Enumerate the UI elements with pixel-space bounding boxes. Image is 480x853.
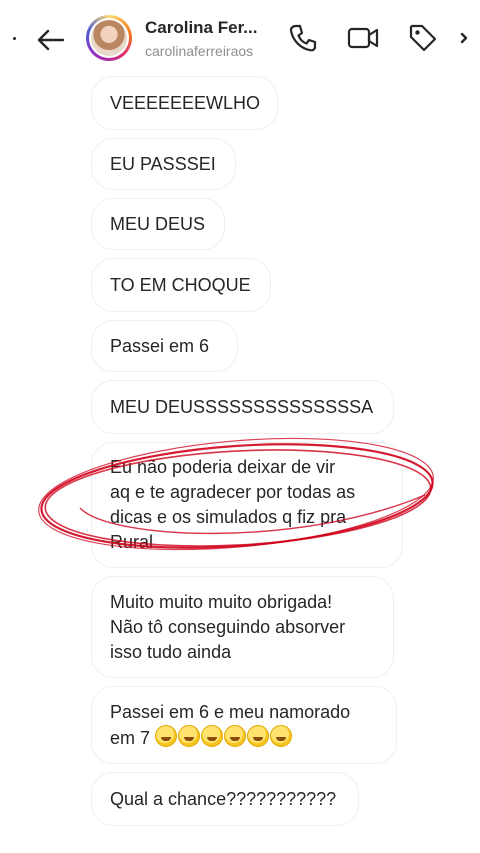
tag-button[interactable]: [405, 20, 441, 56]
message-text: Passei em 6 e meu namorado em 7: [110, 700, 350, 751]
contact-username: carolinaferreiraos: [145, 43, 254, 59]
arrow-left-icon: [37, 29, 65, 51]
video-call-button[interactable]: [345, 20, 381, 56]
avatar-ring-inner: [89, 18, 129, 58]
rofl-emoji-icon: [155, 724, 178, 747]
message-bubble[interactable]: MEU DEUS: [91, 198, 225, 250]
rofl-emoji-icon: [247, 724, 270, 747]
message-bubble[interactable]: VEEEEEEEWLHO: [91, 76, 278, 130]
contact-name: Carolina Fer...: [145, 18, 258, 37]
contact-info[interactable]: Carolina Fer... carolinaferreiraos: [145, 18, 270, 60]
message-text: Passei em 6: [110, 335, 210, 356]
avatar[interactable]: [86, 15, 132, 61]
rofl-emoji-icon: [178, 724, 201, 747]
message-list: VEEEEEEEWLHO EU PASSSEI MEU DEUS TO EM C…: [0, 76, 480, 853]
message-text: Eu não poderia deixar de vir aq e te agr…: [110, 457, 356, 552]
message-text: EU PASSSEI: [110, 153, 216, 174]
message-text: TO EM CHOQUE: [110, 274, 251, 295]
status-dot: [13, 37, 16, 40]
video-camera-icon: [347, 27, 379, 49]
message-text: Qual a chance???????????: [110, 788, 337, 809]
chevron-right-icon: [460, 32, 468, 44]
message-bubble[interactable]: Passei em 6: [91, 320, 238, 372]
message-text: VEEEEEEEWLHO: [110, 92, 261, 113]
call-button[interactable]: [285, 20, 321, 56]
message-text: MEU DEUSSSSSSSSSSSSSSA: [110, 396, 374, 417]
message-bubble[interactable]: EU PASSSEI: [91, 138, 236, 190]
message-bubble-highlighted[interactable]: Eu não poderia deixar de vir aq e te agr…: [91, 442, 403, 568]
phone-icon: [289, 24, 317, 52]
message-text: MEU DEUS: [110, 213, 206, 234]
message-text: Muito muito muito obrigada! Não tô conse…: [110, 591, 346, 662]
message-bubble[interactable]: Qual a chance???????????: [91, 772, 359, 826]
message-bubble[interactable]: MEU DEUSSSSSSSSSSSSSSA: [91, 380, 394, 434]
message-bubble[interactable]: Muito muito muito obrigada! Não tô conse…: [91, 576, 394, 678]
chat-header: Carolina Fer... carolinaferreiraos: [0, 0, 480, 76]
back-button[interactable]: [30, 20, 70, 60]
tag-icon: [409, 24, 437, 52]
message-bubble[interactable]: Passei em 6 e meu namorado em 7: [91, 686, 397, 764]
more-button[interactable]: [452, 20, 476, 56]
avatar-photo: [91, 20, 127, 56]
rofl-emoji-icon: [270, 724, 293, 747]
rofl-emoji-icon: [201, 724, 224, 747]
rofl-emoji-icon: [224, 724, 247, 747]
message-bubble[interactable]: TO EM CHOQUE: [91, 258, 271, 312]
